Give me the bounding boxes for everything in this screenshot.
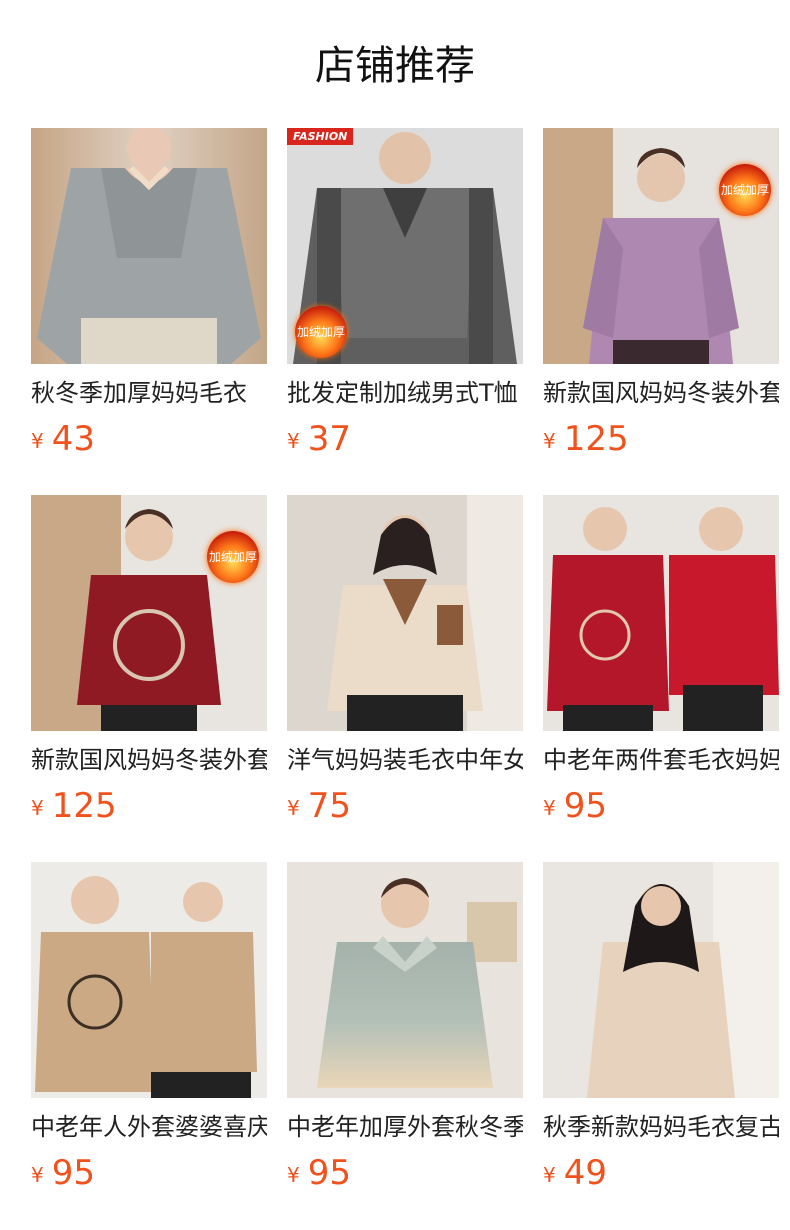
price-value: 37 — [307, 419, 351, 459]
product-image[interactable]: FASHION 加绒加厚 — [287, 128, 523, 364]
product-image[interactable] — [287, 495, 523, 731]
product-image[interactable]: 加绒加厚 — [31, 495, 267, 731]
product-price: ¥125 — [543, 418, 779, 462]
product-price: ¥125 — [31, 785, 267, 829]
fleece-badge-icon: 加绒加厚 — [295, 306, 347, 358]
product-card[interactable]: FASHION 加绒加厚 批发定制加绒男式T恤 ¥37 — [287, 128, 523, 462]
currency-symbol: ¥ — [31, 1163, 44, 1187]
fleece-badge-icon: 加绒加厚 — [719, 164, 771, 216]
product-card[interactable]: 中老年两件套毛衣妈妈 ¥95 — [543, 495, 779, 829]
product-card[interactable]: 加绒加厚 新款国风妈妈冬装外套 ¥125 — [543, 128, 779, 462]
currency-symbol: ¥ — [543, 429, 556, 453]
product-image[interactable] — [543, 495, 779, 731]
product-image[interactable] — [287, 862, 523, 1098]
fashion-label: FASHION — [287, 128, 354, 145]
price-value: 95 — [563, 786, 607, 826]
fleece-badge-icon: 加绒加厚 — [207, 531, 259, 583]
product-image[interactable] — [543, 862, 779, 1098]
currency-symbol: ¥ — [543, 796, 556, 820]
section-title: 店铺推荐 — [315, 43, 475, 89]
product-price: ¥95 — [543, 785, 779, 829]
product-name[interactable]: 秋季新款妈妈毛衣复古 — [543, 1110, 779, 1144]
product-card[interactable]: 中老年人外套婆婆喜庆 ¥95 — [31, 862, 267, 1196]
product-name[interactable]: 洋气妈妈装毛衣中年女 — [287, 743, 523, 777]
product-price: ¥43 — [31, 418, 267, 462]
product-price: ¥95 — [287, 1152, 523, 1196]
currency-symbol: ¥ — [31, 796, 44, 820]
currency-symbol: ¥ — [287, 1163, 300, 1187]
price-value: 95 — [307, 1153, 351, 1193]
product-price: ¥49 — [543, 1152, 779, 1196]
product-price: ¥95 — [31, 1152, 267, 1196]
product-card[interactable]: 加绒加厚 新款国风妈妈冬装外套 ¥125 — [31, 495, 267, 829]
product-card[interactable]: 洋气妈妈装毛衣中年女 ¥75 — [287, 495, 523, 829]
currency-symbol: ¥ — [543, 1163, 556, 1187]
price-value: 125 — [563, 419, 629, 459]
product-price: ¥75 — [287, 785, 523, 829]
price-value: 43 — [51, 419, 95, 459]
product-price: ¥37 — [287, 418, 523, 462]
product-name[interactable]: 中老年加厚外套秋冬季 — [287, 1110, 523, 1144]
product-image[interactable] — [31, 862, 267, 1098]
currency-symbol: ¥ — [287, 429, 300, 453]
product-image[interactable] — [31, 128, 267, 364]
currency-symbol: ¥ — [287, 796, 300, 820]
product-name[interactable]: 批发定制加绒男式T恤 — [287, 376, 523, 410]
price-value: 49 — [563, 1153, 607, 1193]
price-value: 125 — [51, 786, 117, 826]
product-name[interactable]: 新款国风妈妈冬装外套 — [543, 376, 779, 410]
product-name[interactable]: 中老年人外套婆婆喜庆 — [31, 1110, 267, 1144]
product-name[interactable]: 秋冬季加厚妈妈毛衣 — [31, 376, 267, 410]
price-value: 95 — [51, 1153, 95, 1193]
currency-symbol: ¥ — [31, 429, 44, 453]
price-value: 75 — [307, 786, 351, 826]
product-card[interactable]: 秋冬季加厚妈妈毛衣 ¥43 — [31, 128, 267, 462]
product-card[interactable]: 秋季新款妈妈毛衣复古 ¥49 — [543, 862, 779, 1196]
product-card[interactable]: 中老年加厚外套秋冬季 ¥95 — [287, 862, 523, 1196]
product-name[interactable]: 中老年两件套毛衣妈妈 — [543, 743, 779, 777]
product-name[interactable]: 新款国风妈妈冬装外套 — [31, 743, 267, 777]
product-image[interactable]: 加绒加厚 — [543, 128, 779, 364]
